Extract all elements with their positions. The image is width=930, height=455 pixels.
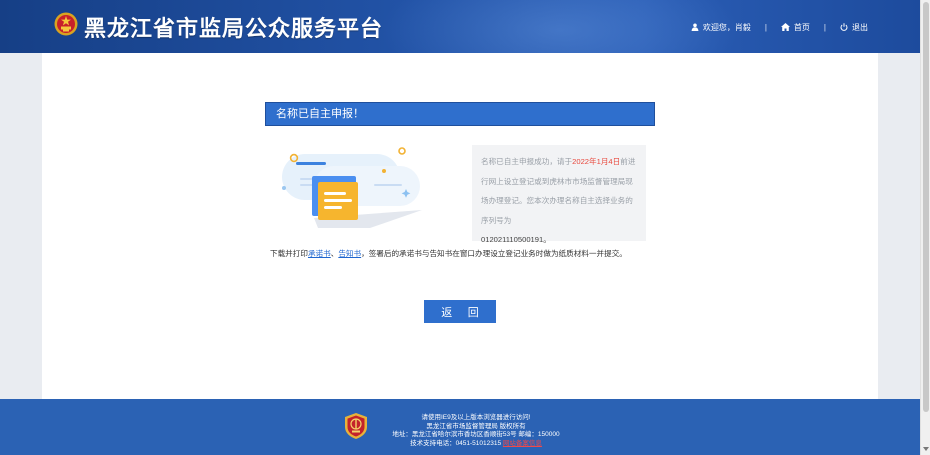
- result-heading: 名称已自主申报！: [265, 102, 655, 126]
- address: 地址：黑龙江省哈尔滨市香坊区香顺街53号 邮编：150000: [392, 431, 560, 438]
- welcome-text: 欢迎您，肖毅: [702, 22, 751, 32]
- header-glow: [380, 0, 740, 53]
- top-nav: 欢迎您，肖毅 | 首页 | 退出: [691, 20, 868, 34]
- power-icon: [840, 23, 848, 31]
- support-line: 技术支持电话：0451-51012315 网站备案信息: [378, 440, 574, 449]
- nav-separator: |: [764, 22, 767, 32]
- notice-suffix: ，签署后的承诺书与告知书在窗口办理设立登记业务时做为纸质材料一并提交。: [361, 249, 627, 258]
- page-footer: 请使用IE9及以上版本浏览器进行访问! 黑龙江省市场监督管理局 版权所有 地址：…: [0, 399, 920, 455]
- success-message-box: 名称已自主申报成功，请于2022年1月4日前进行网上设立登记或到虎林市市场监督管…: [472, 145, 646, 244]
- document-illustration-icon: [282, 147, 422, 228]
- market-regulation-badge-icon: [345, 413, 367, 439]
- message-suffix: 前进行网上设立登记或到虎林市市场监督管理局现场办理登记。您本次办理名称自主选择业…: [481, 157, 636, 225]
- deadline-date: 2022年1月4日: [572, 157, 621, 166]
- notice-prefix: 下载并打印: [270, 249, 308, 258]
- national-emblem-icon: [54, 12, 78, 36]
- nav-separator: |: [823, 22, 826, 32]
- vertical-scrollbar[interactable]: [920, 0, 930, 455]
- footer-info: 请使用IE9及以上版本浏览器进行访问! 黑龙江省市场监督管理局 版权所有 地址：…: [378, 414, 574, 448]
- support-phone: 技术支持电话：0451-51012315: [410, 439, 502, 447]
- browser-notice: 请使用IE9及以上版本浏览器进行访问!: [421, 414, 531, 421]
- scrollbar-thumb[interactable]: [923, 2, 929, 412]
- main-content: 名称已自主申报！ 名称已自主申报成功，请于2022年1月4日前进行网上设立登记或…: [42, 53, 878, 399]
- logout-label: 退出: [852, 22, 868, 32]
- back-button[interactable]: 返 回: [424, 300, 496, 323]
- logout-link[interactable]: 退出: [840, 22, 868, 33]
- home-icon: [780, 23, 790, 31]
- message-prefix: 名称已自主申报成功，请于: [481, 157, 573, 166]
- commitment-letter-link[interactable]: 承诺书: [308, 249, 331, 258]
- scroll-down-arrow-icon[interactable]: [923, 447, 929, 451]
- page-header: 黑龙江省市监局公众服务平台 欢迎您，肖毅 | 首页 | 退出: [0, 0, 920, 53]
- copyright: 黑龙江省市场监督管理局 版权所有: [426, 422, 526, 430]
- user-icon: [691, 23, 699, 31]
- home-label: 首页: [793, 22, 810, 32]
- user-welcome[interactable]: 欢迎您，肖毅: [691, 22, 751, 33]
- download-notice: 下载并打印承诺书、告知书，签署后的承诺书与告知书在窗口办理设立登记业务时做为纸质…: [270, 247, 656, 262]
- icp-record-link[interactable]: 网站备案信息: [503, 440, 542, 447]
- home-link[interactable]: 首页: [780, 22, 810, 33]
- notification-letter-link[interactable]: 告知书: [338, 249, 361, 258]
- serial-number: 012021110500191。: [481, 235, 551, 244]
- site-title: 黑龙江省市监局公众服务平台: [84, 17, 384, 42]
